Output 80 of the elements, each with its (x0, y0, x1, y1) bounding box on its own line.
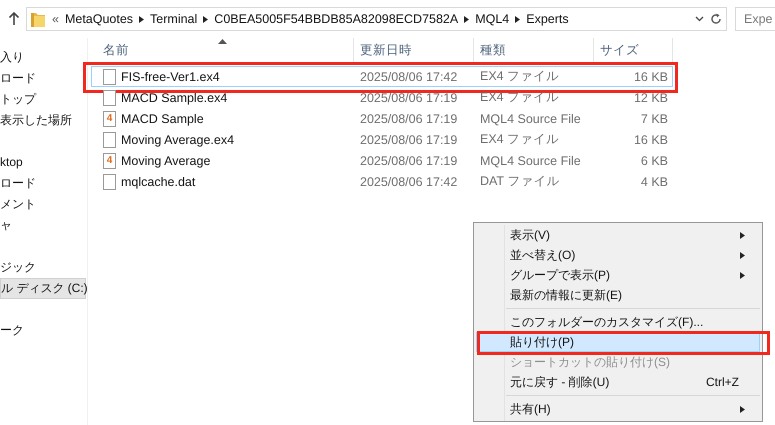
submenu-arrow-icon (740, 232, 745, 238)
refresh-icon[interactable] (710, 13, 722, 25)
date-cell-text: 2025/08/06 17:19 (359, 112, 458, 126)
menu-item[interactable]: このフォルダーのカスタマイズ(F)... (476, 312, 760, 332)
file-icon (103, 90, 116, 106)
type-cell-text: EX4 ファイル (479, 68, 560, 85)
nav-item[interactable]: ロード (0, 173, 86, 194)
type-cell-text: MQL4 Source File (479, 154, 582, 168)
date-cell-text: 2025/08/06 17:42 (359, 70, 458, 84)
breadcrumb-arrow-icon[interactable] (139, 16, 144, 22)
nav-item[interactable]: ジック (0, 257, 86, 278)
file-name: MACD Sample (121, 112, 204, 126)
menu-item[interactable]: 表示(V) (476, 225, 760, 245)
folder-icon (30, 10, 46, 28)
nav-item[interactable]: 表示した場所 (0, 110, 86, 131)
breadcrumb-arrow-icon[interactable] (515, 16, 520, 22)
file-row[interactable]: MACD Sample.ex4 2025/08/06 17:19 EX4 ファイル 12 KB (91, 87, 673, 108)
size-cell-text: 12 KB (632, 90, 668, 104)
submenu-arrow-icon (740, 272, 745, 278)
breadcrumb-item[interactable]: MetaQuotes (64, 12, 134, 26)
nav-item[interactable]: ャ (0, 215, 86, 236)
date-cell-text: 2025/08/06 17:19 (359, 90, 458, 104)
file-row[interactable]: mqlcache.dat 2025/08/06 17:42 DAT ファイル 4 KB (91, 171, 673, 192)
breadcrumb-item[interactable]: MQL4 (475, 12, 510, 26)
size-cell-text: 6 KB (640, 154, 668, 168)
size-cell-text: 16 KB (632, 132, 668, 146)
file-row[interactable]: 4 Moving Average 2025/08/06 17:19 MQL4 Source File 6 KB (91, 150, 673, 171)
shortcut-label: Ctrl+Z (706, 375, 739, 389)
file-icon (103, 68, 116, 84)
search-field[interactable]: Expe (735, 7, 775, 31)
type-cell-text: DAT ファイル (479, 173, 560, 190)
nav-item[interactable]: ktop (0, 152, 86, 173)
date-cell-text: 2025/08/06 17:19 (359, 154, 458, 168)
file-name: MACD Sample.ex4 (121, 90, 228, 104)
nav-item[interactable]: ル ディスク (C:) (0, 278, 86, 299)
breadcrumb-item[interactable]: C0BEA5005F54BBDB85A82098ECD7582A (214, 12, 458, 26)
menu-item[interactable]: 並べ替え(O) (476, 245, 760, 265)
menu-item[interactable]: 共有(H) (476, 399, 760, 419)
source-file-icon: 4 (103, 152, 116, 168)
file-name: FIS-free-Ver1.ex4 (121, 70, 220, 84)
dropdown-chevron-icon[interactable] (695, 16, 704, 22)
nav-item[interactable]: メント (0, 194, 86, 215)
size-cell-text: 7 KB (640, 112, 668, 126)
menu-item[interactable]: 元に戻す - 削除(U) Ctrl+Z (476, 372, 760, 392)
file-icon (103, 174, 116, 190)
date-cell-text: 2025/08/06 17:42 (359, 174, 458, 188)
nav-item[interactable]: 入り (0, 47, 86, 68)
submenu-arrow-icon (740, 406, 745, 412)
size-cell-text: 4 KB (640, 174, 668, 188)
file-icon (103, 132, 116, 148)
column-header[interactable]: サイズ (594, 38, 673, 63)
size-cell-text: 16 KB (632, 70, 668, 84)
menu-item[interactable]: グループで表示(P) (476, 265, 760, 285)
file-row[interactable]: FIS-free-Ver1.ex4 2025/08/06 17:42 EX4 ファイル 16 KB (91, 66, 673, 87)
menu-item[interactable]: 最新の情報に更新(E) (476, 285, 760, 305)
breadcrumb-arrow-icon[interactable] (203, 16, 208, 22)
file-name: Moving Average (121, 154, 210, 168)
column-header[interactable]: 更新日時 (354, 38, 474, 63)
column-header[interactable]: 種類 (474, 38, 594, 63)
type-cell-text: MQL4 Source File (479, 112, 582, 126)
nav-item[interactable]: ロード (0, 68, 86, 89)
address-bar[interactable]: « MetaQuotes Terminal C0BEA5005F54BBDB85A82098ECD7582A MQL4 Experts (26, 7, 727, 31)
nav-item[interactable]: トップ (0, 89, 86, 110)
breadcrumb-arrow-icon[interactable] (464, 16, 470, 22)
submenu-arrow-icon (740, 252, 745, 258)
source-file-icon: 4 (103, 110, 116, 126)
nav-item[interactable]: ーク (0, 320, 86, 341)
column-header[interactable]: 名前 (91, 38, 354, 63)
breadcrumb-item[interactable]: Terminal (150, 12, 198, 26)
date-cell-text: 2025/08/06 17:19 (359, 132, 458, 146)
type-cell-text: EX4 ファイル (479, 131, 560, 148)
type-cell-text: EX4 ファイル (479, 89, 560, 106)
up-arrow-icon[interactable] (8, 12, 20, 26)
breadcrumb-item[interactable]: Experts (526, 12, 569, 26)
sort-arrow-icon (218, 39, 227, 44)
file-name: mqlcache.dat (121, 174, 196, 188)
file-row[interactable]: Moving Average.ex4 2025/08/06 17:19 EX4 ファイル 16 KB (91, 129, 673, 150)
file-name: Moving Average.ex4 (121, 132, 234, 146)
file-row[interactable]: 4 MACD Sample 2025/08/06 17:19 MQL4 Source File 7 KB (91, 108, 673, 129)
overflow-chevrons[interactable]: « (52, 12, 59, 26)
